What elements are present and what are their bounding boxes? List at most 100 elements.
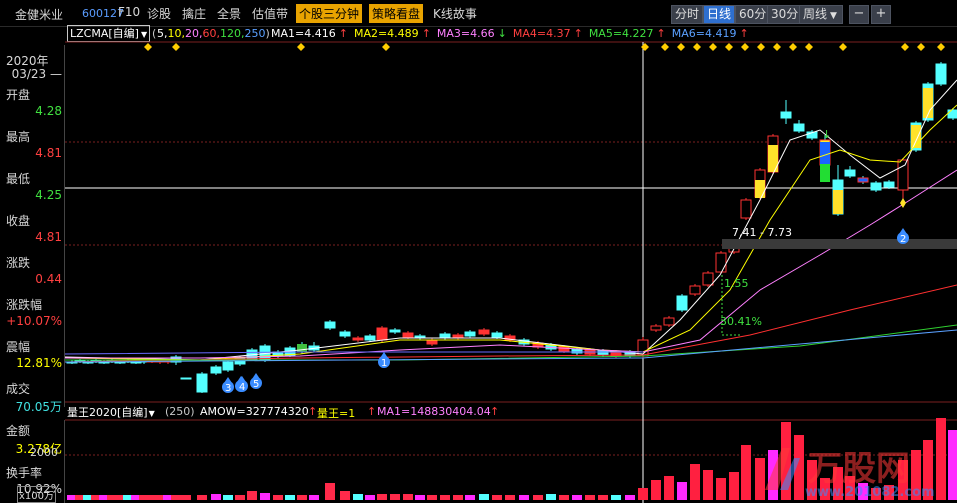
amow-value: AMOW=327774320	[200, 405, 309, 418]
volume-bar	[729, 472, 739, 500]
candle-accent	[755, 180, 765, 198]
signal-diamond	[677, 43, 685, 51]
candle-body	[389, 329, 401, 333]
candle-body	[352, 337, 364, 341]
signal-diamond	[900, 198, 906, 208]
candle-accent	[820, 142, 830, 164]
lw-arrow: ↑	[367, 405, 377, 418]
volume-bar	[197, 495, 207, 500]
candle-body	[324, 321, 336, 329]
candle-body	[364, 335, 376, 341]
volume-bar	[690, 464, 700, 500]
volume-bar	[638, 488, 648, 500]
volume-bar	[273, 495, 283, 500]
volume-bar	[247, 491, 257, 500]
volume-bar	[559, 495, 569, 500]
signal-diamond	[297, 43, 305, 51]
volume-bar	[651, 480, 661, 500]
kline-chart[interactable]: 7.41 - 7.731.5530.41%123145↓	[0, 0, 957, 503]
volume-unit: x100万	[17, 486, 57, 503]
candle-body	[689, 285, 701, 295]
candle-accent	[936, 64, 946, 82]
candle-body	[210, 366, 222, 374]
candle-body	[676, 295, 688, 311]
signal-diamond	[641, 43, 649, 51]
signal-diamond	[693, 43, 701, 51]
candle-accent	[820, 164, 830, 182]
lw-value: 量王=1	[317, 407, 356, 420]
signal-diamond	[917, 43, 925, 51]
volume-params: (250)	[165, 405, 195, 418]
volume-bar	[365, 495, 375, 500]
candle-body	[297, 344, 307, 352]
pct-label: 30.41%	[720, 315, 762, 328]
volume-bar	[171, 495, 181, 500]
candle-body	[464, 331, 476, 337]
candle-body	[740, 199, 752, 219]
volume-bar	[505, 495, 515, 500]
candle-body	[793, 123, 805, 132]
signal-diamond	[661, 43, 669, 51]
volume-bar	[465, 495, 475, 500]
candle-body	[196, 373, 208, 393]
volume-bar	[519, 495, 529, 500]
ma60-line	[64, 284, 957, 363]
volume-bar	[453, 495, 463, 500]
signal-diamond	[773, 43, 781, 51]
signal-diamond	[144, 43, 152, 51]
candle-body	[426, 339, 438, 345]
watermark-graphic: 万股网 www.201082.com	[765, 448, 935, 500]
watermark-logo: 万股网 www.201082.com	[760, 440, 950, 500]
volume-bar	[235, 495, 245, 500]
candle-body	[857, 177, 869, 183]
down-arrow-icon: ↓	[822, 128, 831, 141]
volume-bar	[677, 482, 687, 500]
signal-diamond	[789, 43, 797, 51]
amow-arrow: ↑	[308, 405, 318, 418]
volume-bar	[492, 495, 502, 500]
ma20-line	[65, 169, 957, 359]
volume-bar	[340, 491, 350, 500]
watermark-url: www.201082.com	[805, 485, 935, 500]
volume-bar	[415, 495, 425, 500]
signal-label: 2	[900, 234, 906, 245]
candle-body	[870, 182, 882, 191]
signal-label: 4	[239, 382, 245, 393]
watermark-text: 万股网	[808, 449, 910, 489]
candle-body	[491, 332, 503, 338]
volume-bar	[479, 494, 489, 500]
volume-bar	[598, 495, 608, 500]
volume-bar	[716, 478, 726, 500]
candle-body	[339, 331, 351, 337]
volume-bar	[741, 445, 751, 500]
volume-bar	[285, 495, 295, 500]
candle-body	[402, 332, 414, 338]
volume-bar	[181, 495, 191, 500]
volume-ma1-arrow: ↑	[490, 405, 500, 418]
candle-body	[702, 272, 714, 286]
volume-bar	[625, 495, 635, 500]
signal-label: 5	[253, 379, 259, 390]
signal-diamond	[805, 43, 813, 51]
volume-axis: 2000 x100万	[0, 420, 65, 503]
volume-bar	[260, 493, 270, 500]
signal-diamond	[937, 43, 945, 51]
volume-bar	[572, 495, 582, 500]
signal-diamond	[839, 43, 847, 51]
candle-body	[780, 111, 792, 119]
volume-legend: (250) AMOW=327774320 ↑ 量王=1 ↑ MA1=148830…	[0, 403, 957, 420]
candle-body	[439, 333, 451, 339]
volume-bar	[533, 495, 543, 500]
volume-bar	[377, 494, 387, 500]
candle-body	[650, 325, 662, 331]
volume-bar	[585, 495, 595, 500]
volume-y-tick: 2000	[30, 446, 58, 459]
candle-body	[222, 361, 234, 371]
signal-diamond	[172, 43, 180, 51]
volume-bar	[427, 495, 437, 500]
signal-diamond	[709, 43, 717, 51]
range-label: 7.41 - 7.73	[732, 226, 792, 239]
signal-diamond	[382, 43, 390, 51]
volume-bar	[546, 494, 556, 500]
volume-bar	[297, 495, 307, 500]
